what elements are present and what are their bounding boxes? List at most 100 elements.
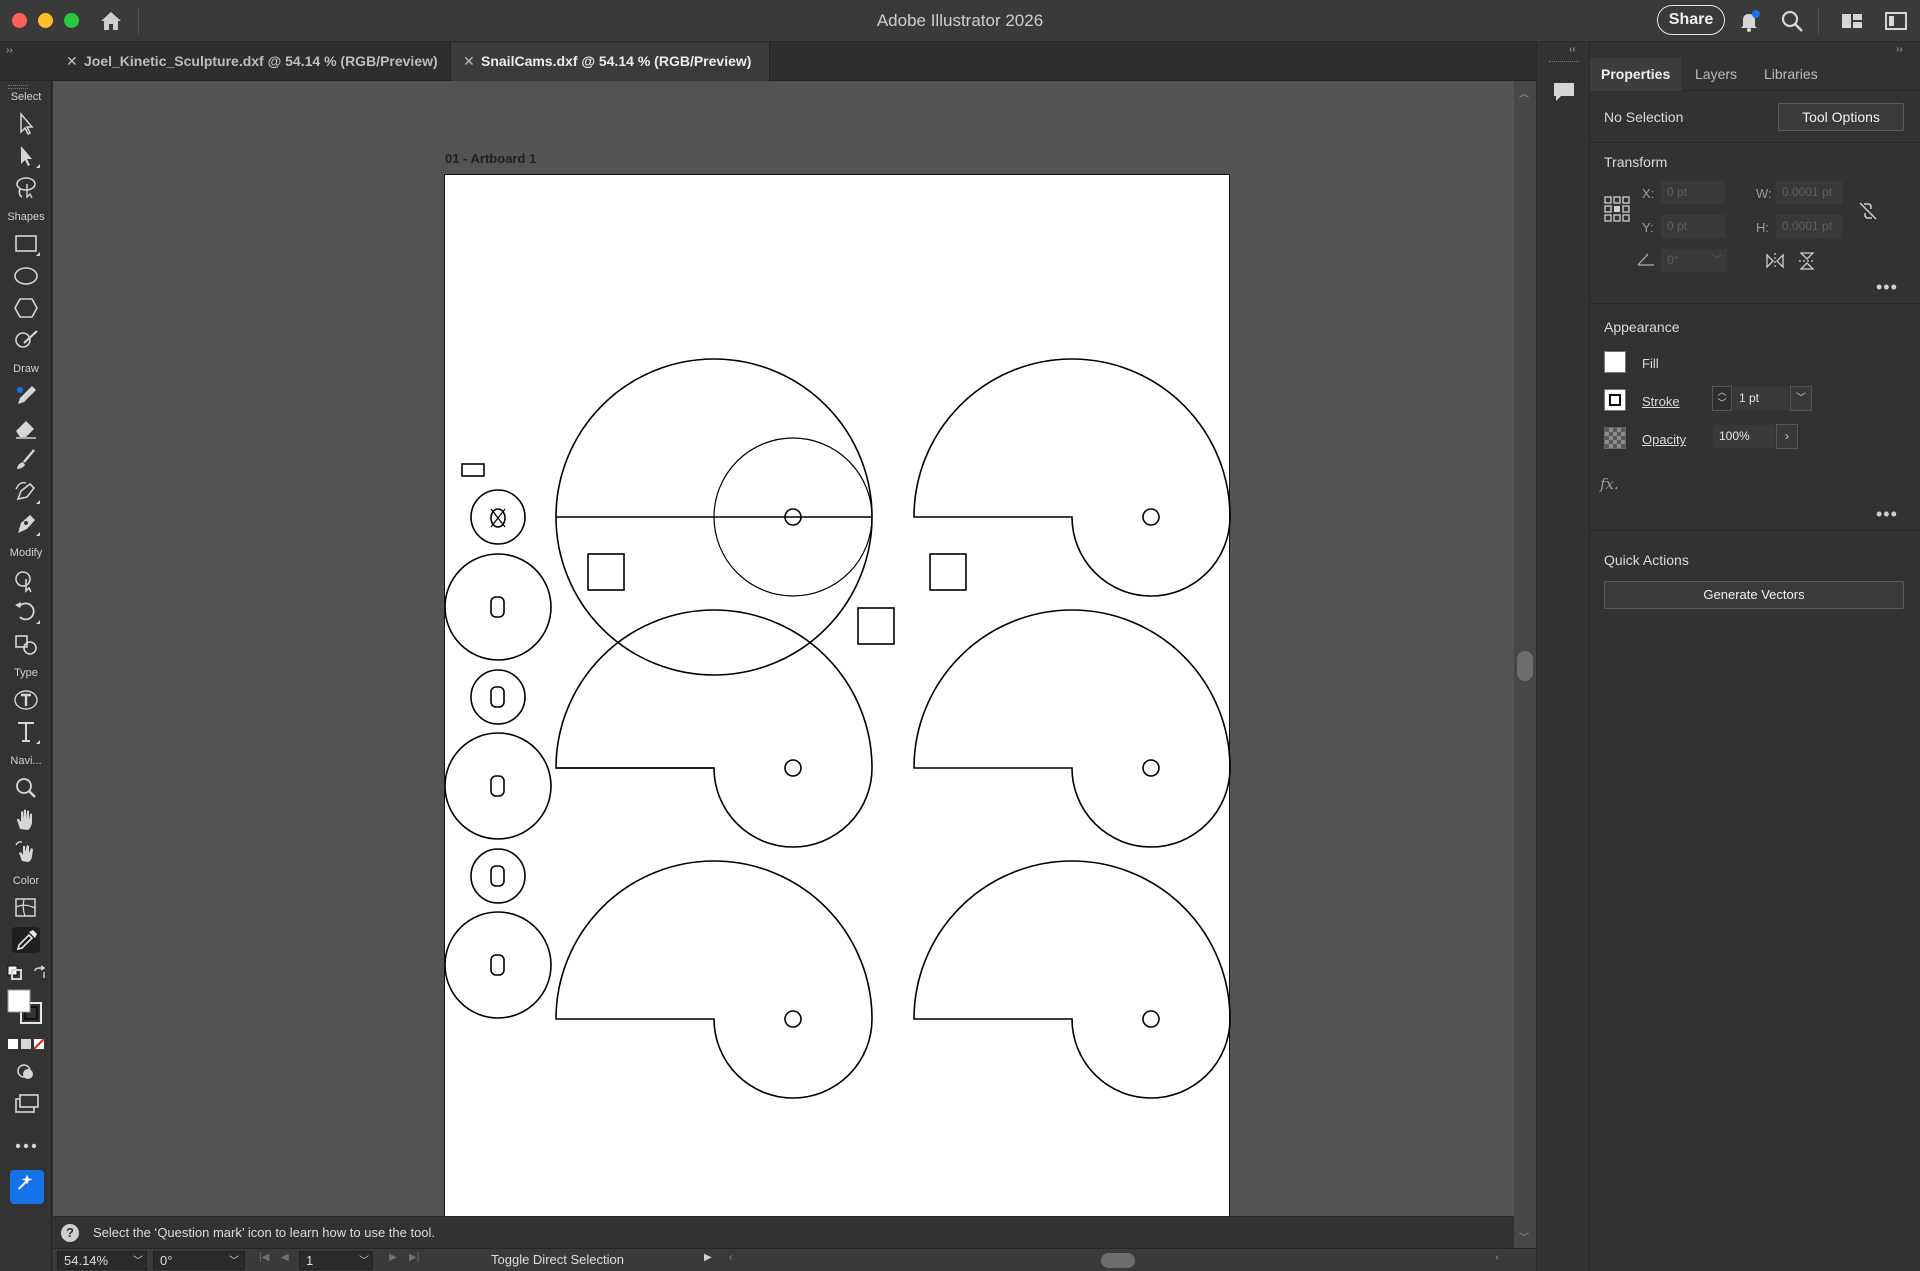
- x-field[interactable]: 0 pt: [1660, 180, 1726, 205]
- appearance-more-icon[interactable]: •••: [1876, 504, 1898, 525]
- flip-vertical-icon[interactable]: [1797, 251, 1817, 271]
- selection-tool-icon[interactable]: [12, 111, 40, 137]
- scroll-left-icon[interactable]: ‹: [729, 1252, 732, 1263]
- screen-mode-icon[interactable]: [12, 1091, 40, 1117]
- opacity-field[interactable]: 100%: [1712, 424, 1776, 449]
- tab-layers[interactable]: Layers: [1684, 58, 1748, 91]
- artboard[interactable]: [444, 174, 1231, 1271]
- direct-selection-tool-icon[interactable]: [12, 143, 40, 169]
- scale-tool-icon[interactable]: [12, 631, 40, 657]
- large-washer[interactable]: [444, 911, 552, 1019]
- scroll-thumb[interactable]: [1517, 651, 1533, 681]
- tab-libraries[interactable]: Libraries: [1753, 58, 1829, 91]
- washer-slot[interactable]: [490, 775, 505, 797]
- hand-tool-icon[interactable]: [12, 807, 40, 833]
- fill-stroke-swatches[interactable]: [7, 989, 45, 1027]
- draw-mode-icon[interactable]: [12, 1059, 40, 1085]
- bell-icon[interactable]: [1737, 9, 1761, 33]
- strip-grip[interactable]: [1549, 61, 1579, 64]
- shaper-tool-icon[interactable]: [12, 327, 40, 353]
- washer-slot[interactable]: [490, 865, 505, 887]
- workspace-switcher-icon[interactable]: [1840, 9, 1864, 33]
- small-washer[interactable]: [470, 489, 526, 545]
- expand-panel-icon[interactable]: ‹‹: [1569, 44, 1576, 55]
- lasso-tool-icon[interactable]: [12, 175, 40, 201]
- share-button[interactable]: Share: [1657, 5, 1725, 35]
- tool-status[interactable]: Toggle Direct Selection: [491, 1252, 624, 1267]
- scroll-down-icon[interactable]: ﹀: [1519, 1229, 1529, 1244]
- type-tool-icon[interactable]: [12, 719, 40, 745]
- tool-options-button[interactable]: Tool Options: [1778, 103, 1904, 131]
- stroke-swatch[interactable]: [1604, 389, 1626, 411]
- rectangle-tool-icon[interactable]: [12, 231, 40, 257]
- color-mode-buttons[interactable]: [8, 1037, 46, 1050]
- large-washer[interactable]: [444, 732, 552, 840]
- zoom-tool-icon[interactable]: [12, 775, 40, 801]
- generate-vectors-button[interactable]: Generate Vectors: [1604, 581, 1904, 609]
- cam-pivot-hole[interactable]: [784, 759, 802, 777]
- collapse-toolbar-icon[interactable]: ››: [6, 45, 13, 56]
- square-part[interactable]: [857, 607, 895, 645]
- eraser-tool-icon[interactable]: [12, 415, 40, 441]
- horizontal-scroll-thumb[interactable]: [1101, 1253, 1135, 1268]
- snail-cam[interactable]: [913, 860, 1231, 1099]
- cam-pivot-hole[interactable]: [784, 1010, 802, 1028]
- large-washer[interactable]: [444, 553, 552, 661]
- h-field[interactable]: 0.0001 pt: [1775, 214, 1843, 239]
- stroke-label[interactable]: Stroke: [1642, 394, 1680, 409]
- artboard-dropdown-icon[interactable]: ﹀: [359, 1252, 369, 1267]
- pen-tool-icon[interactable]: [12, 511, 40, 537]
- tab-properties[interactable]: Properties: [1590, 58, 1682, 91]
- washer-slot[interactable]: [490, 596, 505, 618]
- small-washer[interactable]: [470, 669, 526, 725]
- small-washer[interactable]: [470, 848, 526, 904]
- next-artboard-icon[interactable]: ▶: [389, 1252, 397, 1263]
- cam-pivot-hole[interactable]: [1142, 508, 1160, 526]
- angle-dropdown-icon[interactable]: ﹀: [1712, 251, 1722, 266]
- y-field[interactable]: 0 pt: [1660, 214, 1726, 239]
- mesh-tool-icon[interactable]: [12, 895, 40, 921]
- opacity-label[interactable]: Opacity: [1642, 432, 1686, 447]
- shape-builder-tool-icon[interactable]: [12, 567, 40, 593]
- swap-fill-stroke-icon[interactable]: [32, 965, 48, 981]
- cam-pivot-hole[interactable]: [1142, 759, 1160, 777]
- pencil-tool-icon[interactable]: [12, 383, 40, 409]
- generative-ai-icon[interactable]: [10, 1170, 44, 1204]
- question-mark-icon[interactable]: ?: [61, 1224, 79, 1242]
- prev-artboard-icon[interactable]: ◀: [281, 1252, 289, 1263]
- edit-toolbar-icon[interactable]: [12, 1133, 40, 1159]
- opacity-expand-icon[interactable]: ›: [1776, 424, 1798, 449]
- ellipse-tool-icon[interactable]: [12, 263, 40, 289]
- cam-pivot-hole[interactable]: [1142, 1010, 1160, 1028]
- comments-icon[interactable]: [1551, 79, 1577, 105]
- collapse-panel-icon[interactable]: ››: [1896, 44, 1903, 55]
- constrain-proportions-icon[interactable]: [1857, 200, 1879, 222]
- snail-cam[interactable]: [913, 609, 1231, 848]
- default-fill-stroke-icon[interactable]: [7, 965, 23, 981]
- eyedropper-tool-icon[interactable]: [12, 927, 40, 953]
- curvature-tool-icon[interactable]: [12, 479, 40, 505]
- rotation-dropdown-icon[interactable]: ﹀: [229, 1252, 239, 1267]
- first-artboard-icon[interactable]: |◀: [259, 1252, 269, 1263]
- small-rect-marker[interactable]: [461, 463, 485, 477]
- reference-point-icon[interactable]: [1604, 196, 1630, 222]
- tab-joel-kinetic-sculpture[interactable]: ✕ Joel_Kinetic_Sculpture.dxf @ 54.14 % (…: [54, 43, 450, 81]
- square-part[interactable]: [587, 553, 625, 591]
- washer-slot[interactable]: [490, 954, 505, 976]
- tab-snailcams[interactable]: ✕ SnailCams.dxf @ 54.14 % (RGB/Preview): [450, 43, 770, 81]
- flip-horizontal-icon[interactable]: [1765, 251, 1785, 271]
- snail-cam[interactable]: [555, 609, 873, 848]
- vertical-scrollbar[interactable]: ︿ ﹀: [1514, 81, 1536, 1248]
- w-field[interactable]: 0.0001 pt: [1775, 180, 1843, 205]
- close-tab-icon[interactable]: ✕: [463, 43, 475, 80]
- type-on-path-tool-icon[interactable]: [12, 687, 40, 713]
- rotate-view-tool-icon[interactable]: [12, 839, 40, 865]
- fill-swatch[interactable]: [1604, 351, 1626, 373]
- polygon-tool-icon[interactable]: [12, 295, 40, 321]
- canvas-area[interactable]: 01 - Artboard 1: [53, 81, 1514, 1271]
- zoom-dropdown-icon[interactable]: ﹀: [133, 1252, 143, 1267]
- last-artboard-icon[interactable]: ▶|: [409, 1252, 419, 1263]
- stroke-weight-dropdown-icon[interactable]: ﹀: [1790, 386, 1812, 411]
- effects-fx-icon[interactable]: fx.: [1600, 475, 1619, 493]
- search-icon[interactable]: [1780, 9, 1804, 33]
